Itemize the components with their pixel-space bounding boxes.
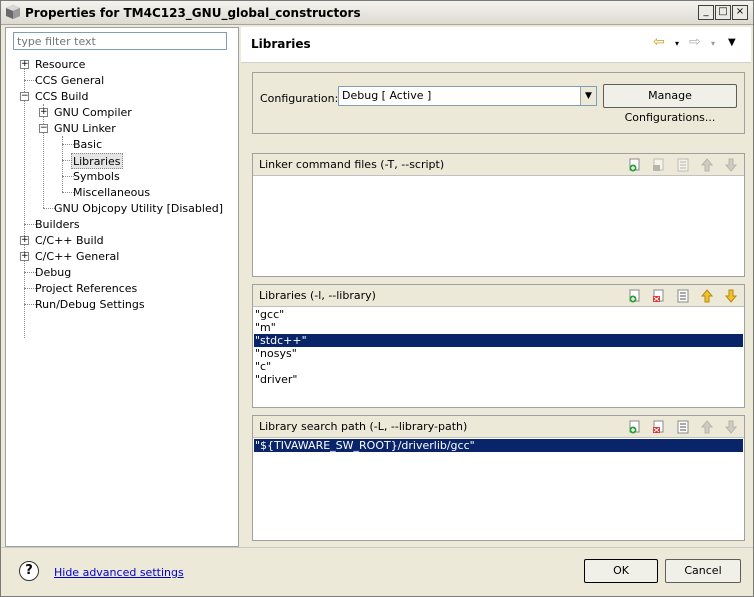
tree-item-gnu-linker[interactable]: GNU Linker <box>54 121 116 137</box>
chevron-down-icon[interactable]: ▼ <box>580 87 596 105</box>
delete-icon[interactable] <box>651 419 667 435</box>
maximize-button[interactable]: □ <box>715 5 731 20</box>
delete-icon[interactable] <box>651 288 667 304</box>
back-arrow-icon[interactable]: ⇦ <box>653 34 665 50</box>
manage-configurations-button[interactable]: Manage Configurations... <box>603 84 737 124</box>
section-title: Libraries (-l, --library) <box>259 289 376 302</box>
properties-page: Libraries ⇦ ▾ ⇨ ▾ ▼ Configuration: Debug… <box>241 27 751 547</box>
tree-item-cpp-build[interactable]: C/C++ Build <box>35 233 104 249</box>
filter-input[interactable] <box>13 32 227 50</box>
collapse-icon[interactable]: − <box>39 124 48 133</box>
section-header: Library search path (-L, --library-path) <box>253 416 744 438</box>
list-item[interactable]: "nosys" <box>254 347 743 360</box>
minimize-button[interactable]: _ <box>698 5 714 20</box>
add-icon[interactable] <box>627 157 643 173</box>
move-down-icon[interactable] <box>723 288 739 304</box>
tree-item-gnu-compiler[interactable]: GNU Compiler <box>54 105 132 121</box>
ok-button[interactable]: OK <box>584 559 658 583</box>
collapse-icon[interactable]: − <box>20 92 29 101</box>
add-icon[interactable] <box>627 419 643 435</box>
expand-icon[interactable]: + <box>39 108 48 117</box>
tree-item-miscellaneous[interactable]: Miscellaneous <box>73 185 150 201</box>
close-button[interactable]: × <box>732 5 748 20</box>
tree-line <box>24 64 25 338</box>
list-item[interactable]: "gcc" <box>254 308 743 321</box>
tree-item-basic[interactable]: Basic <box>73 137 102 153</box>
configuration-value: Debug [ Active ] <box>342 89 432 102</box>
linker-command-files-section: Linker command files (-T, --script) <box>252 153 745 277</box>
properties-dialog: Properties for TM4C123_GNU_global_constr… <box>0 0 754 597</box>
expand-icon[interactable]: + <box>20 236 29 245</box>
library-search-path-section: Library search path (-L, --library-path)… <box>252 415 745 541</box>
forward-arrow-icon[interactable]: ⇨ <box>689 34 701 50</box>
section-title: Linker command files (-T, --script) <box>259 158 445 171</box>
section-header: Libraries (-l, --library) <box>253 285 744 307</box>
window-title: Properties for TM4C123_GNU_global_constr… <box>25 6 361 20</box>
edit-icon[interactable] <box>675 419 691 435</box>
configuration-select[interactable]: Debug [ Active ] ▼ <box>338 86 597 106</box>
help-icon[interactable]: ? <box>19 561 39 581</box>
move-up-icon[interactable] <box>699 288 715 304</box>
move-down-icon[interactable] <box>723 419 739 435</box>
page-title: Libraries <box>251 37 311 51</box>
list-item[interactable]: "${TIVAWARE_SW_ROOT}/driverlib/gcc" <box>254 439 743 452</box>
list-item[interactable]: "stdc++" <box>254 334 743 347</box>
cancel-button[interactable]: Cancel <box>665 559 741 583</box>
tree-item-project-references[interactable]: Project References <box>35 281 137 297</box>
expand-icon[interactable]: + <box>20 252 29 261</box>
page-header: Libraries ⇦ ▾ ⇨ ▾ ▼ <box>241 27 751 63</box>
tree-item-ccs-general[interactable]: CCS General <box>35 73 104 89</box>
tree-item-cpp-general[interactable]: C/C++ General <box>35 249 119 265</box>
tree-item-libraries[interactable]: Libraries <box>71 153 123 169</box>
section-header: Linker command files (-T, --script) <box>253 154 744 176</box>
tree-item-resource[interactable]: Resource <box>35 57 85 73</box>
configuration-group: Configuration: Debug [ Active ] ▼ Manage… <box>252 72 745 134</box>
delete-icon[interactable] <box>651 157 667 173</box>
list-item[interactable]: "c" <box>254 360 743 373</box>
move-up-icon[interactable] <box>699 157 715 173</box>
move-up-icon[interactable] <box>699 419 715 435</box>
property-tree-pane: + Resource CCS General − CCS Build + GNU… <box>5 27 239 547</box>
tree-item-builders[interactable]: Builders <box>35 217 80 233</box>
libraries-section: Libraries (-l, --library) "gcc" "m" "std… <box>252 284 745 408</box>
tree-item-run-debug-settings[interactable]: Run/Debug Settings <box>35 297 145 313</box>
hide-advanced-settings-link[interactable]: Hide advanced settings <box>54 566 184 579</box>
back-dropdown-icon[interactable]: ▾ <box>675 39 679 48</box>
view-menu-icon[interactable]: ▼ <box>728 37 736 48</box>
app-cube-icon <box>6 5 20 19</box>
add-icon[interactable] <box>627 288 643 304</box>
list-item[interactable]: "m" <box>254 321 743 334</box>
tree-item-debug[interactable]: Debug <box>35 265 71 281</box>
move-down-icon[interactable] <box>723 157 739 173</box>
tree-item-gnu-objcopy[interactable]: GNU Objcopy Utility [Disabled] <box>54 201 223 217</box>
edit-icon[interactable] <box>675 288 691 304</box>
expand-icon[interactable]: + <box>20 60 29 69</box>
tree-item-ccs-build[interactable]: CCS Build <box>35 89 88 105</box>
edit-icon[interactable] <box>675 157 691 173</box>
configuration-label: Configuration: <box>260 92 339 105</box>
title-bar[interactable]: Properties for TM4C123_GNU_global_constr… <box>1 1 753 25</box>
section-title: Library search path (-L, --library-path) <box>259 420 468 433</box>
dialog-footer: ? Hide advanced settings OK Cancel <box>1 547 753 596</box>
tree-item-symbols[interactable]: Symbols <box>73 169 120 185</box>
tree-line <box>43 104 44 208</box>
forward-dropdown-icon[interactable]: ▾ <box>711 39 715 48</box>
list-item[interactable]: "driver" <box>254 373 743 386</box>
